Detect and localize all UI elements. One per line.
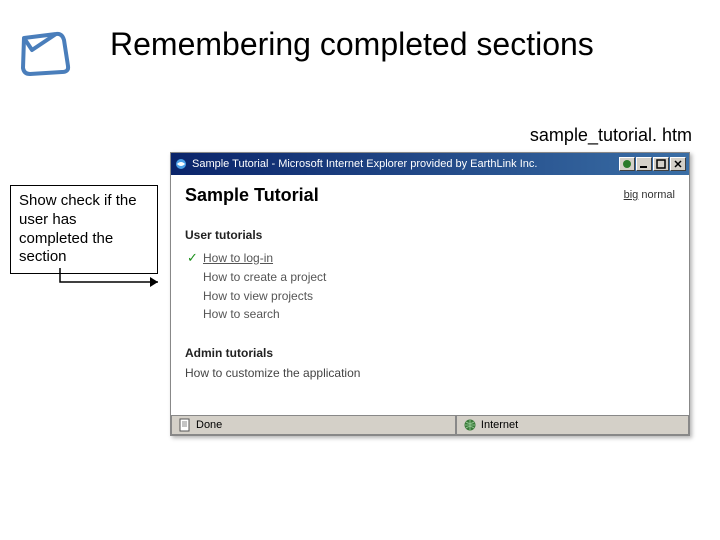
titlebar: Sample Tutorial - Microsoft Internet Exp…	[171, 153, 689, 175]
slide-title: Remembering completed sections	[110, 26, 670, 63]
page-icon	[178, 418, 192, 432]
zoom-big-link[interactable]: big	[624, 189, 639, 201]
earthlink-button[interactable]	[619, 157, 635, 171]
browser-window: Sample Tutorial - Microsoft Internet Exp…	[170, 152, 690, 436]
tutorial-link[interactable]: How to search	[203, 305, 280, 324]
status-left: Done	[171, 416, 456, 435]
page-content: Sample Tutorial big normal User tutorial…	[171, 175, 689, 415]
list-item: How to create a project	[187, 268, 675, 287]
tutorial-link[interactable]: How to create a project	[203, 268, 326, 287]
page-title: Sample Tutorial	[185, 185, 675, 206]
admin-line: How to customize the application	[185, 366, 675, 380]
close-button[interactable]	[670, 157, 686, 171]
callout-box: Show check if the user has completed the…	[10, 185, 158, 274]
titlebar-text: Sample Tutorial - Microsoft Internet Exp…	[192, 158, 619, 170]
filename-label: sample_tutorial. htm	[530, 125, 692, 146]
zoom-controls: big normal	[624, 189, 675, 201]
list-item: How to search	[187, 305, 675, 324]
status-right: Internet	[456, 416, 689, 435]
user-tutorials-heading: User tutorials	[185, 228, 675, 242]
user-tutorials-list: ✓How to log-inHow to create a projectHow…	[187, 248, 675, 324]
status-left-text: Done	[196, 419, 222, 431]
zoom-normal-link[interactable]: normal	[641, 189, 675, 201]
statusbar: Done Internet	[171, 415, 689, 435]
tutorial-link[interactable]: How to log-in	[203, 249, 273, 268]
admin-tutorials-heading: Admin tutorials	[185, 346, 675, 360]
maximize-button[interactable]	[653, 157, 669, 171]
list-item: How to view projects	[187, 287, 675, 306]
callout-arrow-icon	[50, 266, 170, 296]
list-item: ✓How to log-in	[187, 248, 675, 268]
zone-icon	[463, 418, 477, 432]
status-right-text: Internet	[481, 419, 518, 431]
callout-text: Show check if the user has completed the…	[19, 192, 137, 265]
ie-icon	[174, 157, 188, 171]
window-controls	[619, 157, 686, 171]
check-icon: ✓	[187, 248, 203, 268]
slide-decoration-icon	[18, 28, 78, 78]
minimize-button[interactable]	[636, 157, 652, 171]
tutorial-link[interactable]: How to view projects	[203, 287, 313, 306]
